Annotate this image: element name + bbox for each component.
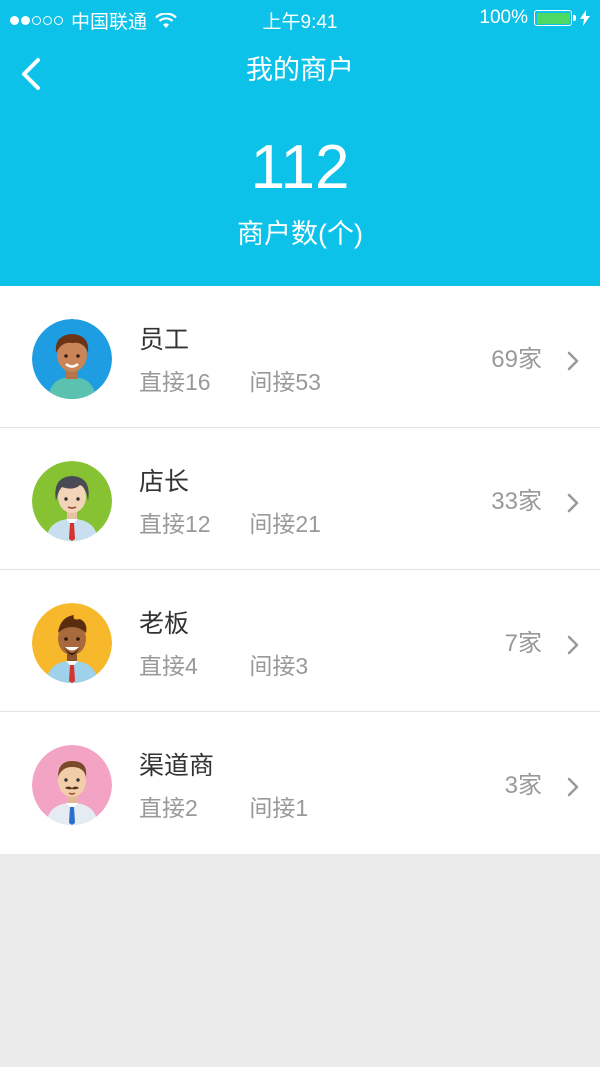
direct-count: 直接2 bbox=[139, 795, 198, 821]
direct-count: 直接16 bbox=[139, 369, 211, 395]
direct-count: 直接4 bbox=[139, 653, 198, 679]
list-item-boss[interactable]: 老板 直接4 间接3 7家 bbox=[0, 570, 600, 712]
battery-icon bbox=[534, 10, 576, 26]
category-total: 69家 bbox=[491, 346, 542, 373]
merchant-count-label: 商户数(个) bbox=[237, 219, 363, 249]
indirect-count: 间接53 bbox=[249, 369, 321, 395]
category-total: 3家 bbox=[504, 772, 542, 799]
merchant-count: 112 bbox=[250, 133, 350, 202]
category-name: 员工 bbox=[139, 326, 190, 354]
indirect-count: 间接1 bbox=[249, 795, 309, 821]
category-name: 渠道商 bbox=[139, 752, 215, 780]
category-breakdown: 直接12 间接21 bbox=[139, 508, 321, 540]
chevron-right-icon bbox=[567, 493, 579, 513]
page-title: 我的商户 bbox=[246, 55, 354, 85]
employee-avatar-icon bbox=[32, 319, 112, 399]
list-item-employee[interactable]: 员工 直接16 间接53 69家 bbox=[0, 286, 600, 428]
indirect-count: 间接3 bbox=[249, 653, 309, 679]
store-manager-avatar-icon bbox=[32, 461, 112, 541]
channel-partner-avatar-icon bbox=[32, 745, 112, 825]
category-total: 33家 bbox=[491, 488, 542, 515]
charging-icon bbox=[580, 10, 590, 26]
battery-percent: 100% bbox=[479, 7, 528, 28]
category-breakdown: 直接4 间接3 bbox=[139, 650, 308, 682]
header: 中国联通 上午9:41 100% 我的商户 112 商户数(个) bbox=[0, 0, 600, 286]
list-item-channel-partner[interactable]: 渠道商 直接2 间接1 3家 bbox=[0, 712, 600, 854]
chevron-right-icon bbox=[567, 351, 579, 371]
chevron-right-icon bbox=[567, 635, 579, 655]
chevron-right-icon bbox=[567, 777, 579, 797]
category-total: 7家 bbox=[504, 630, 542, 657]
merchant-category-list: 员工 直接16 间接53 69家 店长 直接12 间接21 33家 老板 直接4… bbox=[0, 286, 600, 854]
category-breakdown: 直接16 间接53 bbox=[139, 366, 321, 398]
status-bar: 中国联通 上午9:41 100% bbox=[0, 0, 600, 36]
category-name: 店长 bbox=[139, 468, 190, 496]
direct-count: 直接12 bbox=[139, 511, 211, 537]
status-right: 100% bbox=[479, 7, 590, 29]
indirect-count: 间接21 bbox=[249, 511, 321, 537]
boss-avatar-icon bbox=[32, 603, 112, 683]
category-breakdown: 直接2 间接1 bbox=[139, 792, 308, 824]
list-item-store-manager[interactable]: 店长 直接12 间接21 33家 bbox=[0, 428, 600, 570]
category-name: 老板 bbox=[139, 610, 190, 638]
